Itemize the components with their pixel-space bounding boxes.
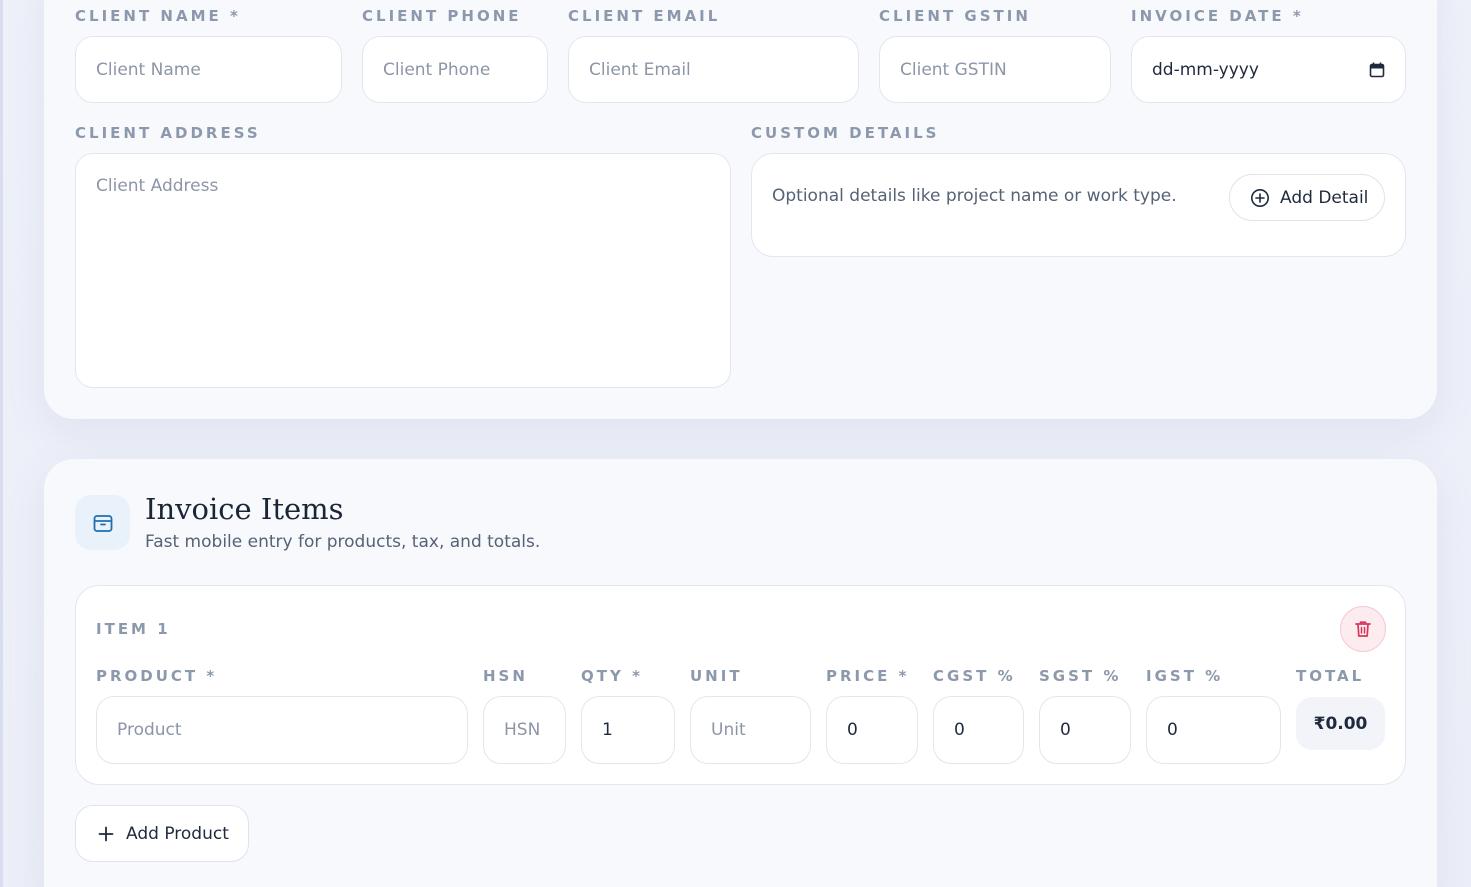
hsn-input[interactable] [483,696,566,764]
client-phone-label: CLIENT PHONE [362,7,522,25]
add-detail-button[interactable]: Add Detail [1229,174,1385,221]
unit-label: UNIT [690,667,743,685]
plus-icon [98,826,114,841]
plus-circle-icon [1251,188,1269,207]
custom-details-hint: Optional details like project name or wo… [772,186,1177,206]
qty-input[interactable] [581,696,675,764]
client-gstin-input[interactable] [879,36,1111,103]
product-input[interactable] [96,696,468,764]
price-label: PRICE * [826,667,910,685]
trash-icon [1355,621,1371,637]
sgst-label: SGST % [1039,667,1122,685]
price-input[interactable] [826,696,918,764]
custom-details-label: CUSTOM DETAILS [751,124,940,142]
calendar-icon[interactable] [1369,62,1385,78]
cgst-input[interactable] [933,696,1024,764]
section-title: Invoice Items [145,492,344,526]
client-gstin-label: CLIENT GSTIN [879,7,1031,25]
client-phone-input[interactable] [362,36,548,103]
delete-item-button[interactable] [1340,606,1386,652]
total-value: ₹0.00 [1296,697,1385,750]
section-subtitle: Fast mobile entry for products, tax, and… [145,532,541,552]
client-name-label: CLIENT NAME * [75,7,241,25]
invoice-date-label: INVOICE DATE * [1131,7,1304,25]
unit-input[interactable] [690,696,811,764]
product-label: PRODUCT * [96,667,218,685]
sgst-input[interactable] [1039,696,1131,764]
invoice-date-input[interactable]: dd-mm-yyyy [1131,36,1406,103]
client-name-input[interactable] [75,36,342,103]
total-label: TOTAL [1296,667,1365,685]
section-icon-box [75,495,130,550]
client-email-label: CLIENT EMAIL [568,7,721,25]
cgst-label: CGST % [933,667,1016,685]
add-product-button[interactable]: Add Product [75,805,249,862]
igst-input[interactable] [1146,696,1281,764]
add-detail-label: Add Detail [1280,187,1369,208]
add-product-label: Add Product [126,823,229,844]
client-email-input[interactable] [568,36,859,103]
left-rail [0,0,3,887]
custom-details-box: Optional details like project name or wo… [751,153,1406,257]
qty-label: QTY * [581,667,643,685]
client-address-input[interactable] [75,153,731,388]
hsn-label: HSN [483,667,528,685]
box-icon [93,514,112,532]
igst-label: IGST % [1146,667,1224,685]
client-address-label: CLIENT ADDRESS [75,124,261,142]
item-title: ITEM 1 [96,620,171,638]
invoice-date-value: dd-mm-yyyy [1152,59,1259,80]
